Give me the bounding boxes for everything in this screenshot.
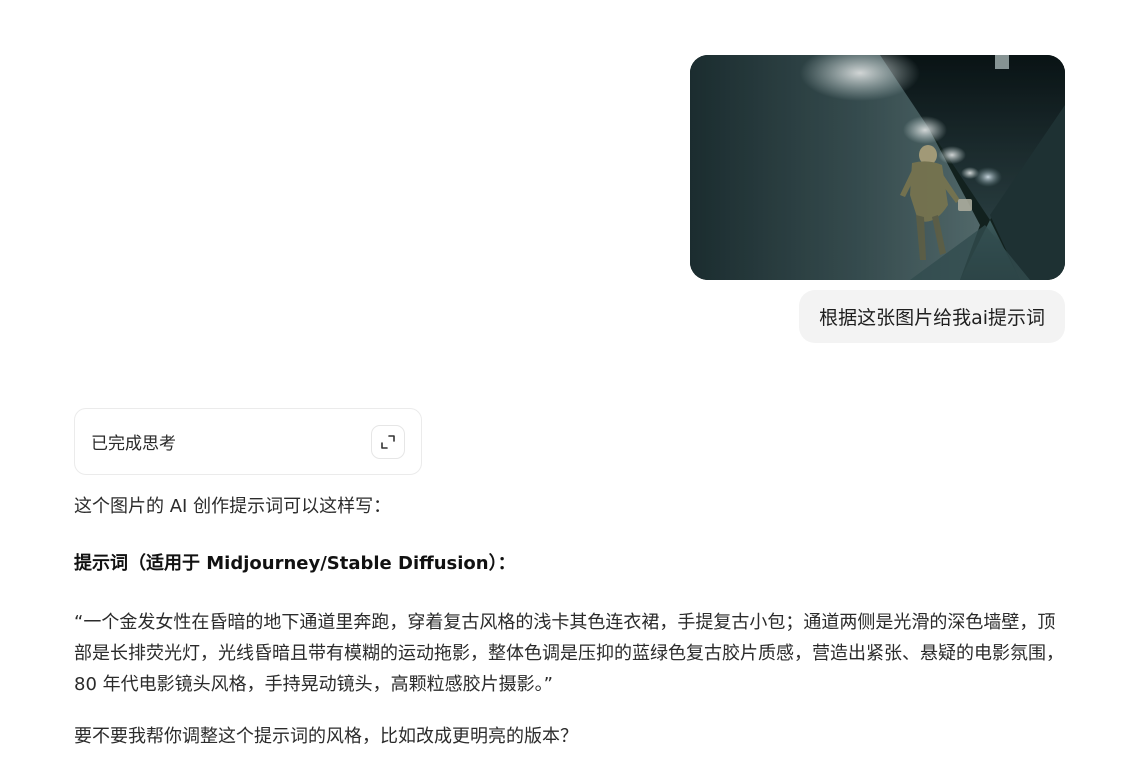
thinking-label: 已完成思考 (91, 434, 176, 454)
answer-prompt-text: “一个金发女性在昏暗的地下通道里奔跑，穿着复古风格的浅卡其色连衣裙，手提复古小包… (74, 612, 1064, 695)
tunnel-photo (690, 55, 1065, 280)
user-message-bubble: 根据这张图片给我ai提示词 (799, 290, 1065, 343)
user-message-text: 根据这张图片给我ai提示词 (819, 307, 1045, 329)
answer-intro: 这个图片的 AI 创作提示词可以这样写： (74, 496, 392, 517)
answer-heading: 提示词（适用于 Midjourney/Stable Diffusion）： (74, 553, 516, 574)
thinking-status-card[interactable]: 已完成思考 (74, 408, 422, 475)
user-uploaded-image[interactable] (690, 55, 1065, 280)
expand-icon (381, 434, 395, 449)
expand-button[interactable] (371, 424, 405, 459)
answer-closing: 要不要我帮你调整这个提示词的风格，比如改成更明亮的版本？ (74, 726, 578, 747)
